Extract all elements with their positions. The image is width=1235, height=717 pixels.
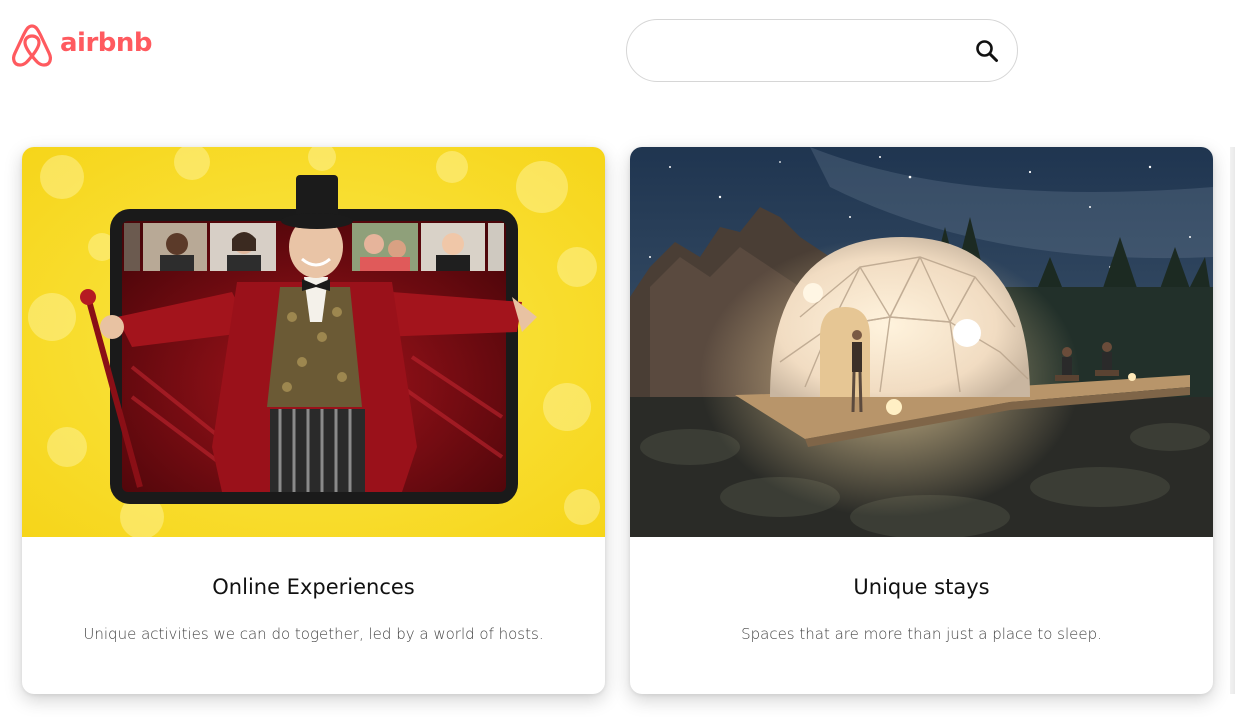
search-bar (626, 19, 1018, 82)
card-title: Unique stays (853, 575, 990, 599)
card-title: Online Experiences (212, 575, 415, 599)
search-icon (973, 37, 1001, 65)
page: airbnb Online Experiences Unique activit… (0, 0, 1235, 717)
airbnb-logo[interactable]: airbnb (10, 22, 153, 68)
card-description: Spaces that are more than just a place t… (741, 625, 1102, 643)
search-input[interactable] (649, 34, 973, 70)
logo-text: airbnb (60, 28, 153, 58)
airbnb-belo-icon (10, 22, 54, 68)
unique-stays-image (630, 147, 1213, 537)
search-button[interactable] (973, 37, 1001, 65)
card-unique-stays[interactable]: Unique stays Spaces that are more than j… (630, 147, 1213, 694)
card-online-experiences[interactable]: Online Experiences Unique activities we … (22, 147, 605, 694)
card-description: Unique activities we can do together, le… (83, 625, 544, 643)
online-experiences-image (22, 147, 605, 537)
next-card-edge (1230, 147, 1235, 694)
